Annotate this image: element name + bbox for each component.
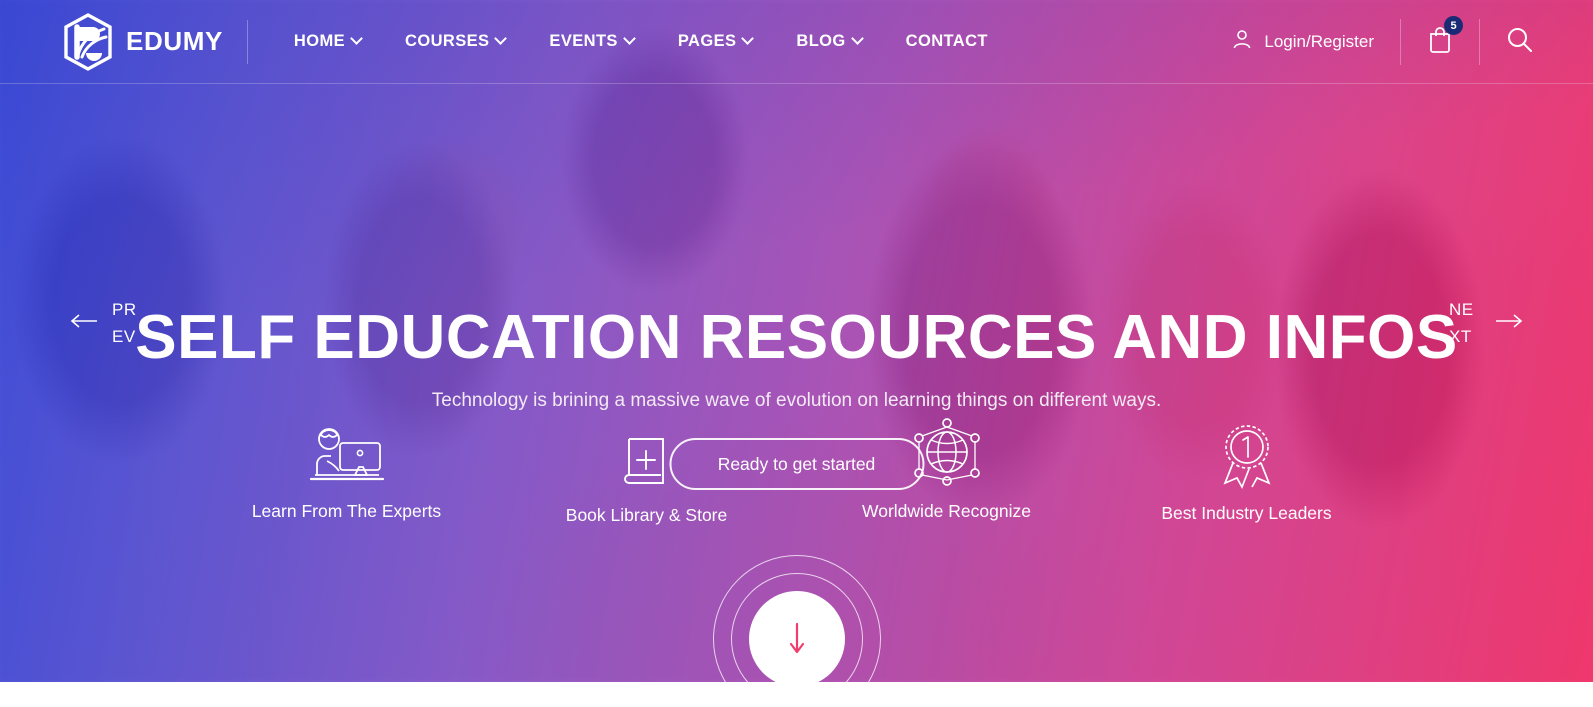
nav-label: BLOG — [796, 32, 846, 50]
brand-logo[interactable]: EDUMY — [62, 12, 223, 71]
brand-name: EDUMY — [126, 26, 223, 56]
hero-slider: EDUMY HOME COURSES EVENTS PAGES BLOG CON… — [0, 0, 1593, 682]
scroll-down-circle — [748, 591, 845, 682]
nav-item-contact[interactable]: CONTACT — [884, 22, 1010, 61]
award-ribbon-number-one-icon — [1216, 425, 1278, 489]
person-at-computer-icon — [307, 425, 387, 487]
feature-best-industry-leaders[interactable]: Best Industry Leaders — [1097, 425, 1397, 526]
arrow-left-icon — [70, 313, 98, 334]
chevron-down-icon — [622, 32, 636, 45]
chevron-down-icon — [350, 32, 363, 45]
book-plus-icon — [621, 429, 673, 491]
feature-label: Book Library & Store — [565, 505, 728, 525]
header-divider-1 — [246, 19, 248, 64]
nav-label: PAGES — [677, 32, 737, 50]
main-navigation: HOME COURSES EVENTS PAGES BLOG CONTACT — [272, 22, 1010, 61]
chevron-down-icon — [850, 32, 864, 45]
hexagon-feather-logo-icon — [62, 12, 114, 71]
slider-prev-button[interactable]: PR EV — [70, 296, 144, 350]
cta-label: Ready to get started — [717, 453, 876, 474]
nav-label: COURSES — [405, 32, 490, 50]
search-button[interactable] — [1480, 26, 1533, 58]
scroll-down-button[interactable] — [712, 554, 882, 682]
shopping-bag-icon — [1427, 27, 1453, 57]
feature-label: Best Industry Leaders — [1161, 503, 1332, 523]
page-bottom-band — [0, 682, 1593, 707]
cart-count-badge: 5 — [1444, 16, 1463, 35]
feature-label: Worldwide Recognize — [862, 501, 1031, 521]
arrow-right-icon — [1495, 313, 1523, 334]
slider-next-button[interactable]: NE XT — [1449, 296, 1523, 350]
feature-label: Learn From The Experts — [251, 501, 442, 521]
slider-next-label: NE XT — [1449, 300, 1474, 346]
login-register-label: Login/Register — [1264, 31, 1374, 51]
chevron-down-icon — [741, 32, 755, 45]
nav-item-home[interactable]: HOME — [272, 22, 383, 61]
login-register-link[interactable]: Login/Register — [1231, 28, 1400, 55]
site-header: EDUMY HOME COURSES EVENTS PAGES BLOG CON… — [0, 0, 1593, 84]
cart-button[interactable]: 5 — [1401, 16, 1479, 58]
chevron-down-icon — [494, 32, 508, 45]
nav-label: HOME — [293, 32, 346, 50]
ready-to-get-started-button[interactable]: Ready to get started — [669, 438, 924, 490]
nav-item-courses[interactable]: COURSES — [383, 22, 527, 61]
nav-item-blog[interactable]: BLOG — [774, 22, 883, 61]
slider-prev-label: PR EV — [112, 300, 137, 346]
arrow-down-icon — [789, 622, 804, 654]
feature-learn-from-experts[interactable]: Learn From The Experts — [197, 425, 497, 526]
nav-item-pages[interactable]: PAGES — [656, 22, 775, 61]
nav-label: CONTACT — [905, 32, 988, 50]
user-icon — [1231, 28, 1253, 55]
header-actions: Login/Register 5 — [1231, 16, 1533, 65]
nav-item-events[interactable]: EVENTS — [527, 22, 655, 61]
search-icon — [1506, 27, 1533, 57]
nav-label: EVENTS — [549, 32, 618, 50]
